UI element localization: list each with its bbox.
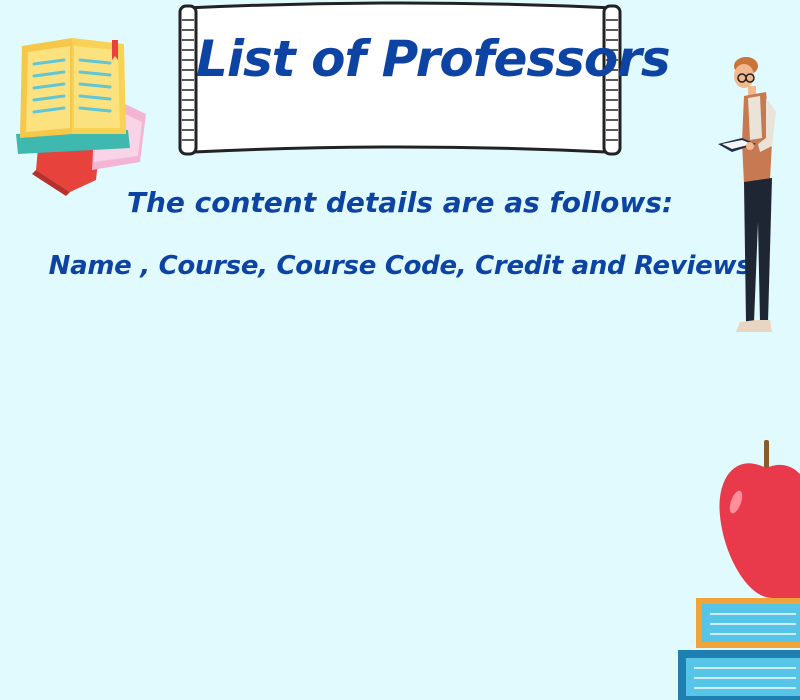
professor-reading-illustration (718, 57, 776, 332)
subtitle-line-1: The content details are as follows: (126, 186, 674, 219)
page-title: List of Professors (196, 30, 671, 88)
book-stack-icon (16, 38, 146, 196)
apple-on-books-icon (678, 440, 800, 700)
subtitle-line-2: Name , Course, Course Code, Credit and R… (48, 251, 752, 281)
